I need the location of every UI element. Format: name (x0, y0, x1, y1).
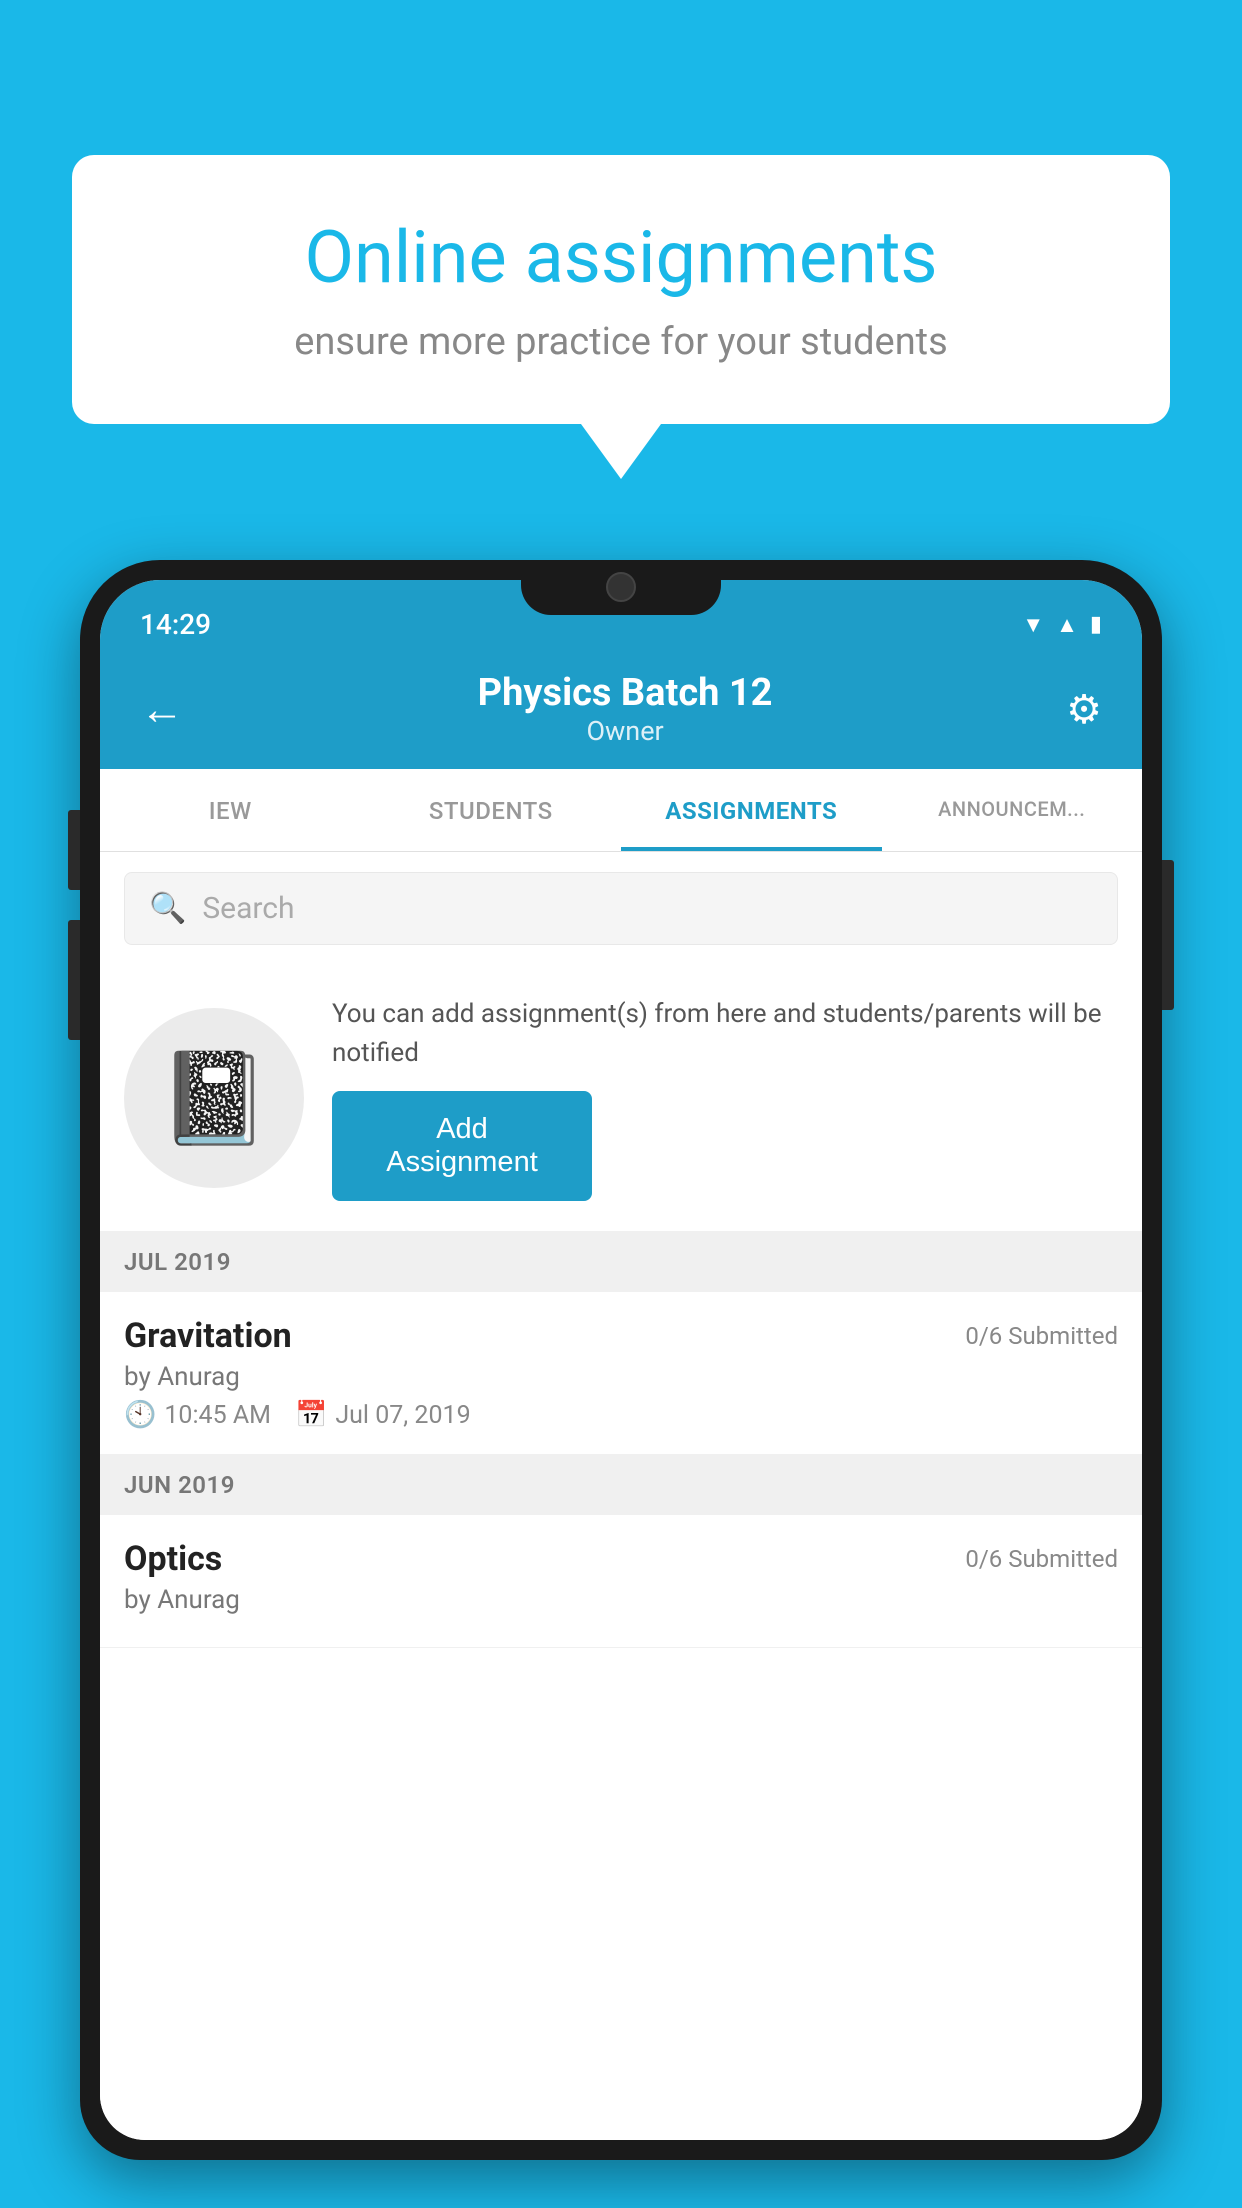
wifi-icon: ▼ (1022, 612, 1044, 638)
settings-icon[interactable]: ⚙ (1066, 686, 1102, 733)
phone-side-btn-left2 (68, 920, 80, 1040)
signal-icon: ▲ (1056, 612, 1078, 638)
assignment-meta-gravitation: 🕙 10:45 AM 📅 Jul 07, 2019 (124, 1400, 1118, 1430)
assignment-submitted-optics: 0/6 Submitted (965, 1545, 1118, 1573)
assignment-item-optics[interactable]: Optics 0/6 Submitted by Anurag (100, 1515, 1142, 1648)
tab-iew[interactable]: IEW (100, 769, 361, 851)
assignment-time-gravitation: 🕙 10:45 AM (124, 1400, 271, 1430)
assignment-item-gravitation[interactable]: Gravitation 0/6 Submitted by Anurag 🕙 10… (100, 1292, 1142, 1455)
assignment-submitted-gravitation: 0/6 Submitted (965, 1322, 1118, 1350)
search-icon: 🔍 (149, 891, 186, 926)
app-header: ← Physics Batch 12 Owner ⚙ (100, 653, 1142, 769)
speech-bubble-title: Online assignments (142, 215, 1100, 300)
assignment-item-optics-top: Optics 0/6 Submitted (124, 1539, 1118, 1579)
calendar-icon: 📅 (295, 1400, 327, 1430)
assignment-title-gravitation: Gravitation (124, 1316, 292, 1356)
phone-container: 14:29 ▼ ▲ ▮ ← Physics Batch 12 Owner ⚙ I… (80, 560, 1162, 2208)
speech-bubble-subtitle: ensure more practice for your students (142, 320, 1100, 364)
assignment-author-optics: by Anurag (124, 1585, 1118, 1615)
speech-bubble-container: Online assignments ensure more practice … (72, 155, 1170, 479)
assignment-item-top: Gravitation 0/6 Submitted (124, 1316, 1118, 1356)
search-bar[interactable]: 🔍 Search (124, 872, 1118, 945)
assignment-description: You can add assignment(s) from here and … (332, 995, 1118, 1073)
phone-notch (521, 560, 721, 615)
phone-side-btn-left (68, 810, 80, 890)
status-icons: ▼ ▲ ▮ (1022, 612, 1102, 638)
assignment-time-value: 10:45 AM (164, 1401, 271, 1430)
assignment-date-gravitation: 📅 Jul 07, 2019 (295, 1400, 471, 1430)
content-area: 🔍 Search 📓 You can add assignment(s) fro… (100, 852, 1142, 2140)
phone-screen: 14:29 ▼ ▲ ▮ ← Physics Batch 12 Owner ⚙ I… (100, 580, 1142, 2140)
assignment-author-gravitation: by Anurag (124, 1362, 1118, 1392)
add-assignment-button[interactable]: Add Assignment (332, 1091, 592, 1201)
assignment-title-optics: Optics (124, 1539, 222, 1579)
section-header-jul: JUL 2019 (100, 1232, 1142, 1292)
tab-assignments[interactable]: ASSIGNMENTS (621, 769, 882, 851)
speech-bubble: Online assignments ensure more practice … (72, 155, 1170, 424)
tab-announcements[interactable]: ANNOUNCEM... (882, 769, 1143, 851)
tabs-bar: IEW STUDENTS ASSIGNMENTS ANNOUNCEM... (100, 769, 1142, 852)
assignment-card-right: You can add assignment(s) from here and … (332, 995, 1118, 1201)
phone-side-btn-right (1162, 860, 1174, 1010)
notebook-icon: 📓 (158, 1046, 270, 1151)
battery-icon: ▮ (1090, 612, 1102, 637)
header-title-group: Physics Batch 12 Owner (184, 671, 1066, 747)
assignment-icon-circle: 📓 (124, 1008, 304, 1188)
status-time: 14:29 (140, 608, 211, 641)
header-subtitle: Owner (184, 715, 1066, 747)
phone-body: 14:29 ▼ ▲ ▮ ← Physics Batch 12 Owner ⚙ I… (80, 560, 1162, 2160)
speech-bubble-arrow (581, 424, 661, 479)
search-placeholder: Search (202, 891, 294, 926)
clock-icon: 🕙 (124, 1400, 156, 1430)
search-container: 🔍 Search (100, 852, 1142, 965)
header-title: Physics Batch 12 (184, 671, 1066, 715)
assignment-date-value: Jul 07, 2019 (335, 1401, 470, 1430)
section-header-jun: JUN 2019 (100, 1455, 1142, 1515)
phone-camera (606, 572, 636, 602)
tab-students[interactable]: STUDENTS (361, 769, 622, 851)
back-button[interactable]: ← (140, 683, 184, 735)
add-assignment-card: 📓 You can add assignment(s) from here an… (100, 965, 1142, 1232)
